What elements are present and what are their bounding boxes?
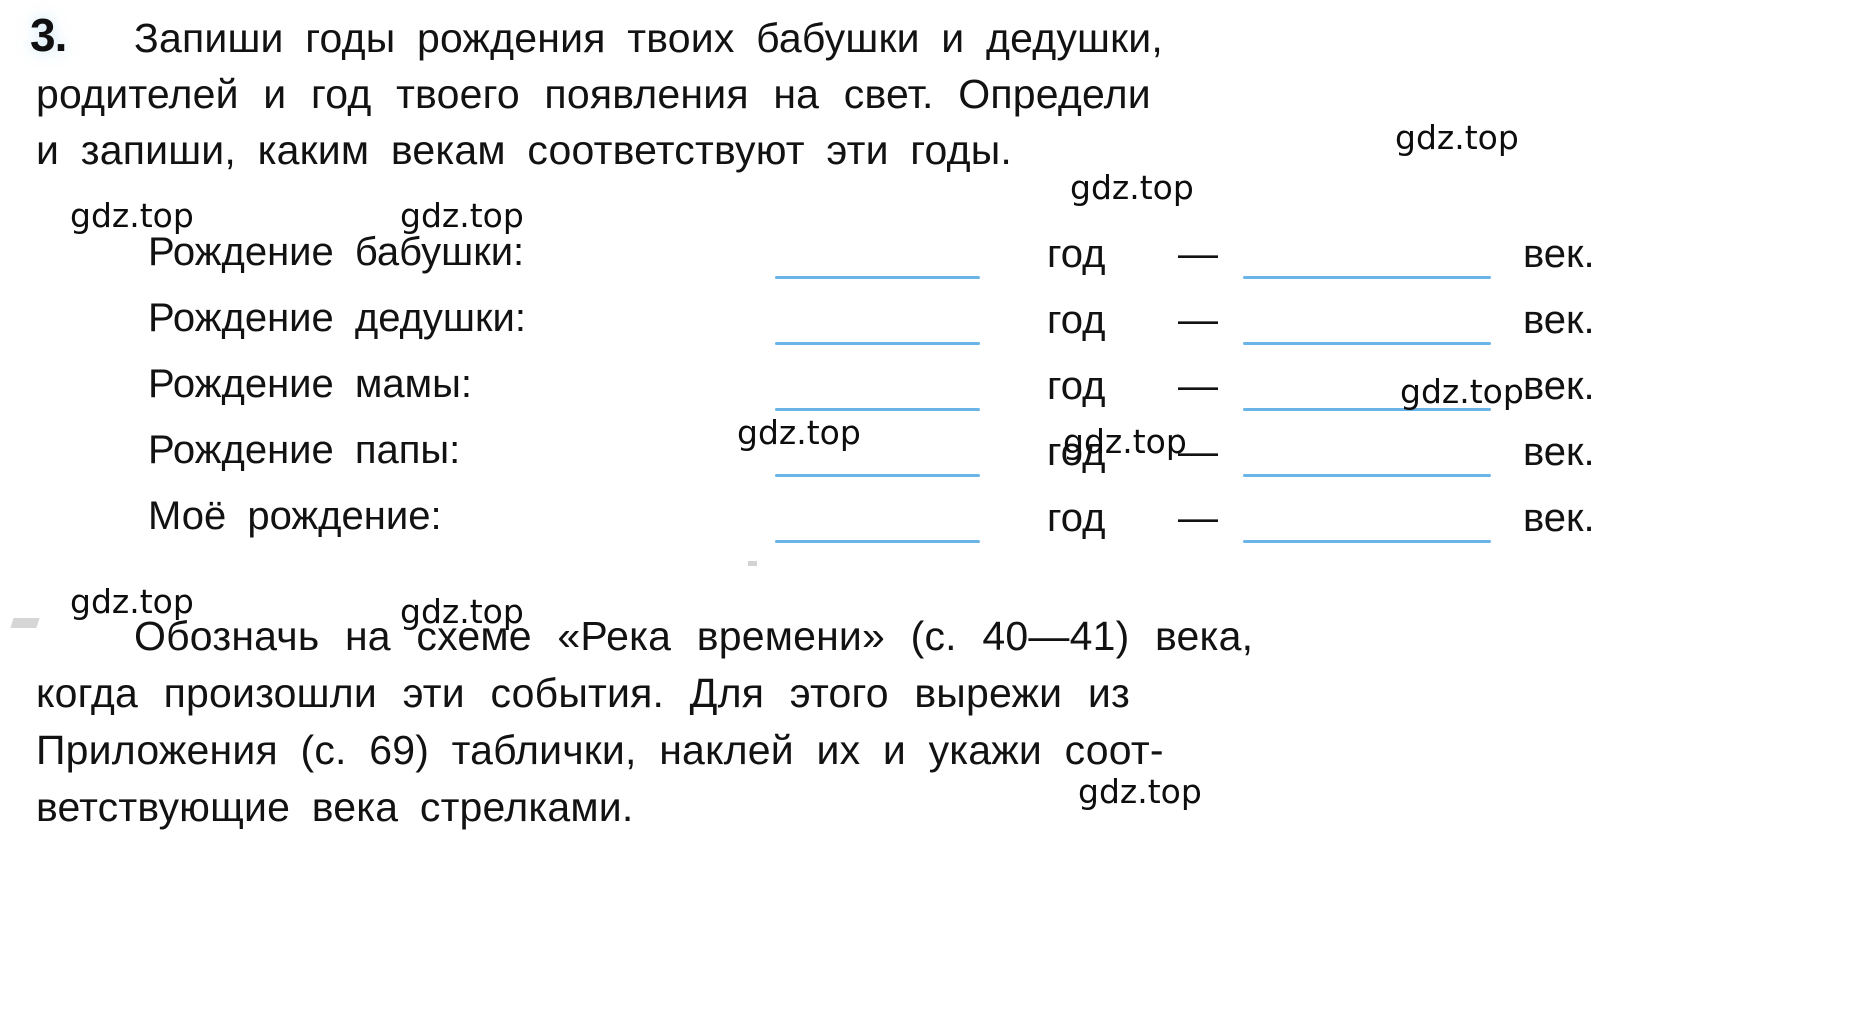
century-word: век. <box>1523 430 1595 474</box>
century-word: век. <box>1523 232 1595 276</box>
year-blank-self[interactable] <box>775 540 980 543</box>
fill-in-rows: Рождение бабушки: год — век. Рождение де… <box>0 228 1872 558</box>
closing-paragraph: Обозначь на схеме «Река времени» (с. 40—… <box>36 608 1836 836</box>
row-grandfather-birth: Рождение дедушки: год — век. <box>0 294 1872 360</box>
dash-separator: — <box>1178 232 1218 276</box>
century-blank-grandmother[interactable] <box>1243 276 1491 279</box>
dash-separator: — <box>1178 298 1218 342</box>
intro-line-1: Запиши годы рождения твоих бабушки и дед… <box>134 15 1163 61</box>
row-my-birth: Моё рождение: год — век. <box>0 492 1872 558</box>
year-blank-father[interactable] <box>775 474 980 477</box>
year-word: год <box>1047 496 1106 540</box>
dash-separator: — <box>1178 430 1218 474</box>
intro-line-3: и запиши, каким векам соответствуют эти … <box>36 127 1013 173</box>
row-label: Рождение мамы: <box>148 362 472 406</box>
century-blank-self[interactable] <box>1243 540 1491 543</box>
row-grandmother-birth: Рождение бабушки: год — век. <box>0 228 1872 294</box>
intro-paragraph: Запиши годы рождения твоих бабушки и дед… <box>36 10 1836 178</box>
century-word: век. <box>1523 298 1595 342</box>
closing-line-4: ветствующие века стрелками. <box>36 784 634 830</box>
dash-separator: — <box>1178 364 1218 408</box>
closing-line-3: Приложения (с. 69) таблички, наклей их и… <box>36 727 1164 773</box>
scan-artifact-dot <box>748 561 757 566</box>
year-blank-mother[interactable] <box>775 408 980 411</box>
century-blank-grandfather[interactable] <box>1243 342 1491 345</box>
row-father-birth: Рождение папы: год — век. <box>0 426 1872 492</box>
row-label: Моё рождение: <box>148 494 442 538</box>
row-label: Рождение дедушки: <box>148 296 526 340</box>
intro-line-2: родителей и год твоего появления на свет… <box>36 71 1151 117</box>
year-word: год <box>1047 430 1106 474</box>
row-mother-birth: Рождение мамы: год — век. <box>0 360 1872 426</box>
century-blank-father[interactable] <box>1243 474 1491 477</box>
century-blank-mother[interactable] <box>1243 408 1491 411</box>
century-word: век. <box>1523 364 1595 408</box>
row-label: Рождение папы: <box>148 428 461 472</box>
dash-separator: — <box>1178 496 1218 540</box>
worksheet-page: 3. Запиши годы рождения твоих бабушки и … <box>0 0 1872 1009</box>
row-label: Рождение бабушки: <box>148 230 525 274</box>
year-blank-grandfather[interactable] <box>775 342 980 345</box>
year-word: год <box>1047 364 1106 408</box>
year-blank-grandmother[interactable] <box>775 276 980 279</box>
year-word: год <box>1047 232 1106 276</box>
closing-line-2: когда произошли эти события. Для этого в… <box>36 670 1130 716</box>
year-word: год <box>1047 298 1106 342</box>
closing-line-1: Обозначь на схеме «Река времени» (с. 40—… <box>134 613 1254 659</box>
century-word: век. <box>1523 496 1595 540</box>
